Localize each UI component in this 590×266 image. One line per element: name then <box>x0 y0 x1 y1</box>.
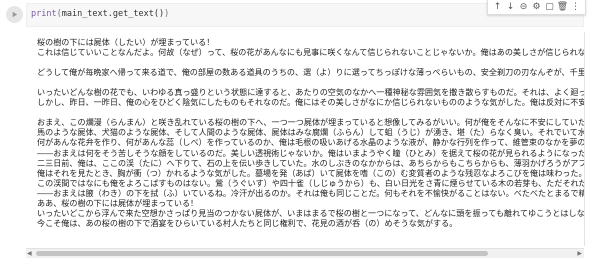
move-down-icon[interactable]: ↓ <box>504 0 517 14</box>
output-line: ああ、桜の樹の下には屍体が埋まっている！ <box>37 197 199 208</box>
output-line: 馬のような屍体、犬猫のような屍体、そして人間のような屍体、屍体はみな腐爛（ふらん… <box>37 127 585 138</box>
code-text[interactable]: print(main_text.get_text()) <box>31 9 169 19</box>
scroll-left-icon[interactable]: ◀ <box>27 250 32 257</box>
scroll-right-icon[interactable]: ▶ <box>577 250 582 257</box>
horizontal-scrollbar[interactable]: ◀ ▶ <box>26 248 584 258</box>
scrollbar-thumb[interactable] <box>36 251 488 256</box>
output-line: 二三日前、俺は、ここの渓（たに）へ下りて、石の上を伝い歩きしていた。水のしぶきの… <box>37 157 585 168</box>
link-icon[interactable]: ⊝ <box>517 0 530 14</box>
output-line: どうして俺が毎晩家へ帰って来る道で、俺の部屋の数ある道具のうちの、選（よ）りに選… <box>37 67 585 78</box>
output-line: おまえ、この爛漫（らんまん）と咲き乱れている桜の樹の下へ、一つ一つ屍体が埋まって… <box>37 117 585 128</box>
output-text: 桜の樹の下には屍体（したい）が埋まっている！ これは信じていいことなんだよ。何故（… <box>37 37 585 228</box>
output-line: いったいどんな樹の花でも、いわゆる真っ盛りという状態に達すると、あたりの空気のな… <box>37 87 585 98</box>
more-icon[interactable]: ⋮ <box>569 0 582 14</box>
move-up-icon[interactable]: ↑ <box>491 0 504 14</box>
output-line: いったいどこから浮んで来た空想かさっぱり見当のつかない屍体が、いまはまるで桜の樹… <box>37 207 585 218</box>
cell-toolbar: ↑ ↓ ⊝ ⚙ ▢ 🗑 ⋮ <box>487 0 586 15</box>
code-argument: main_text.get_text() <box>61 9 165 19</box>
play-icon <box>12 11 18 18</box>
mirror-cell-icon[interactable]: ▢ <box>543 0 556 14</box>
delete-icon[interactable]: 🗑 <box>556 0 569 14</box>
run-cell-button[interactable] <box>6 6 23 23</box>
output-line: 桜の樹の下には屍体（したい）が埋まっている！ <box>37 37 215 47</box>
output-line: ――おまえは腋（わき）の下を拭（ふ）いているね。冷汗が出るのか。それは俺も同じこ… <box>37 187 585 198</box>
output-line: 俺はそれを見たとき、胸が衝（つ）かれるような気がした。墓場を発（あば）いて屍体を… <box>37 167 585 178</box>
output-line: これは信じていいことなんだよ。何故（なぜ）って、桜の花があんなにも見事に咲くなん… <box>37 47 585 58</box>
output-line: この渓間ではなにも俺をよろこばすものはない。鶯（うぐいす）や四十雀（しじゅうから… <box>37 177 585 188</box>
output-line: しかし、昨日、一昨日、俺の心をひどく陰気にしたものもそれなのだ。俺にはその美しさ… <box>37 97 585 108</box>
output-line: ――おまえは何をそう苦しそうな顔をしているのだ。美しい透視術じゃないか。俺はいま… <box>37 147 585 158</box>
cell-output: 桜の樹の下には屍体（したい）が埋まっている！ これは信じていいことなんだよ。何故（… <box>26 32 585 246</box>
output-line: 今こそ俺は、あの桜の樹の下で酒宴をひらいている村人たちと同じ権利で、花見の酒が呑… <box>37 217 458 228</box>
code-function: print <box>31 9 57 19</box>
settings-icon[interactable]: ⚙ <box>530 0 543 14</box>
output-line: 何があんな花弁を作り、何があんな蕊（しべ）を作っているのか、俺は毛根の吸いあげる… <box>37 137 585 148</box>
code-paren-close: ) <box>164 9 170 19</box>
